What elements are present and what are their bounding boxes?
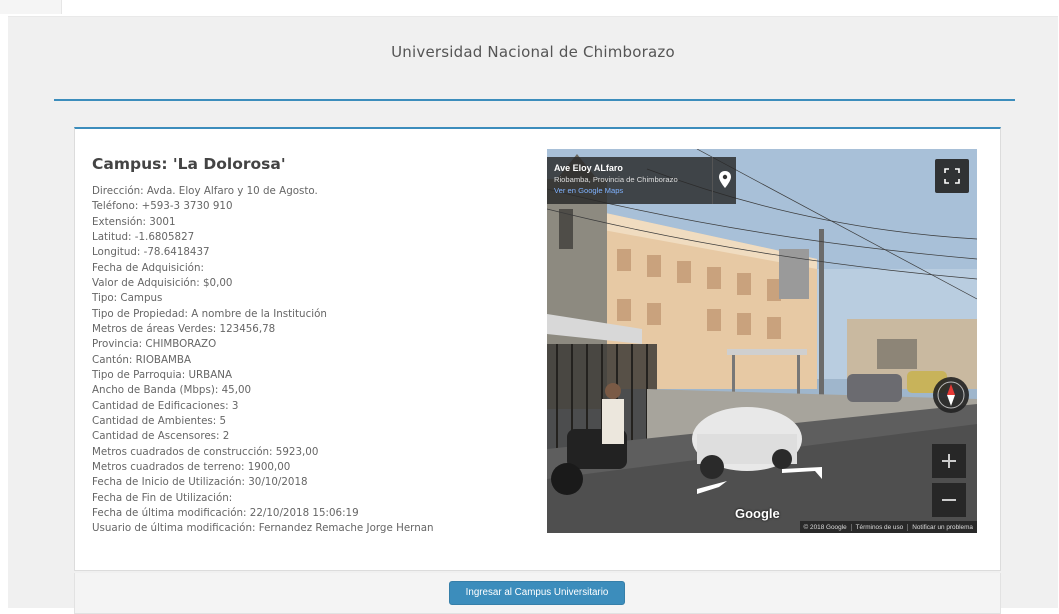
campus-detail-line: Ancho de Banda (Mbps): 45,00 xyxy=(92,384,252,397)
page-title: Universidad Nacional de Chimborazo xyxy=(391,43,675,61)
street-view-embed[interactable]: Ave Eloy ALfaro Riobamba, Provincia de C… xyxy=(547,149,977,533)
compass-button[interactable] xyxy=(933,377,969,413)
campus-detail-line: Cantidad de Ascensores: 2 xyxy=(92,430,230,443)
campus-detail-line: Tipo de Parroquia: URBANA xyxy=(92,368,233,381)
campus-detail-line: Cantidad de Edificaciones: 3 xyxy=(92,399,239,412)
map-attribution: © 2018 Google Términos de uso Notificar … xyxy=(799,521,977,533)
campus-panel: Campus: 'La Dolorosa' Dirección: Avda. E… xyxy=(74,127,1001,571)
campus-detail-line: Fecha de Fin de Utilización: xyxy=(92,491,233,504)
campus-detail-line: Cantidad de Ambientes: 5 xyxy=(92,414,227,427)
campus-detail-line: Cantón: RIOBAMBA xyxy=(92,353,192,366)
compass-icon xyxy=(937,381,965,409)
zoom-in-button[interactable] xyxy=(932,444,966,478)
zoom-out-button[interactable] xyxy=(932,483,966,517)
campus-detail-line: Fecha de última modificación: 22/10/2018… xyxy=(92,506,359,519)
campus-title: Campus: 'La Dolorosa' xyxy=(92,155,286,173)
address-region: Riobamba, Provincia de Chimborazo xyxy=(554,175,678,184)
campus-detail-line: Longitud: -78.6418437 xyxy=(92,246,210,259)
campus-detail-line: Teléfono: +593-3 3730 910 xyxy=(92,200,233,213)
campus-detail-line: Valor de Adquisición: $0,00 xyxy=(92,276,233,289)
header-divider xyxy=(54,99,1015,101)
campus-detail-line: Tipo de Propiedad: A nombre de la Instit… xyxy=(92,307,327,320)
fullscreen-icon xyxy=(944,168,960,184)
campus-details-list: Dirección: Avda. Eloy Alfaro y 10 de Ago… xyxy=(92,184,532,537)
campus-detail-line: Metros cuadrados de terreno: 1900,00 xyxy=(92,460,291,473)
campus-detail-line: Latitud: -1.6805827 xyxy=(92,230,195,243)
map-pin-button[interactable] xyxy=(712,157,736,204)
enter-campus-button[interactable]: Ingresar al Campus Universitario xyxy=(449,581,625,605)
zoom-out-icon xyxy=(942,499,956,501)
campus-detail-line: Fecha de Adquisición: xyxy=(92,261,204,274)
sidebar-stub xyxy=(0,0,62,14)
view-in-google-maps-link[interactable]: Ver en Google Maps xyxy=(554,186,705,195)
campus-detail-line: Tipo: Campus xyxy=(92,292,163,305)
address-card: Ave Eloy ALfaro Riobamba, Provincia de C… xyxy=(547,157,712,204)
campus-detail-line: Dirección: Avda. Eloy Alfaro y 10 de Ago… xyxy=(92,185,318,197)
google-logo: Google xyxy=(735,506,780,521)
zoom-in-icon xyxy=(942,454,956,468)
report-problem-link[interactable]: Notificar un problema xyxy=(907,523,977,531)
copyright-text: © 2018 Google xyxy=(803,523,847,531)
campus-detail-line: Fecha de Inicio de Utilización: 30/10/20… xyxy=(92,476,308,489)
fullscreen-button[interactable] xyxy=(935,159,969,193)
address-name: Ave Eloy ALfaro xyxy=(554,163,623,173)
campus-detail-line: Provincia: CHIMBORAZO xyxy=(92,338,217,351)
terms-link[interactable]: Términos de uso xyxy=(850,523,908,531)
campus-detail-line: Usuario de última modificación: Fernande… xyxy=(92,522,434,535)
campus-detail-line: Extensión: 3001 xyxy=(92,215,176,228)
campus-info: Campus: 'La Dolorosa' Dirección: Avda. E… xyxy=(92,155,532,537)
map-pin-icon xyxy=(719,171,731,188)
campus-detail-line: Metros de áreas Verdes: 123456,78 xyxy=(92,322,276,335)
campus-detail-line: Metros cuadrados de construcción: 5923,0… xyxy=(92,445,319,458)
content-wrapper: Universidad Nacional de Chimborazo Campu… xyxy=(8,16,1058,614)
street-view-image[interactable] xyxy=(547,149,977,533)
